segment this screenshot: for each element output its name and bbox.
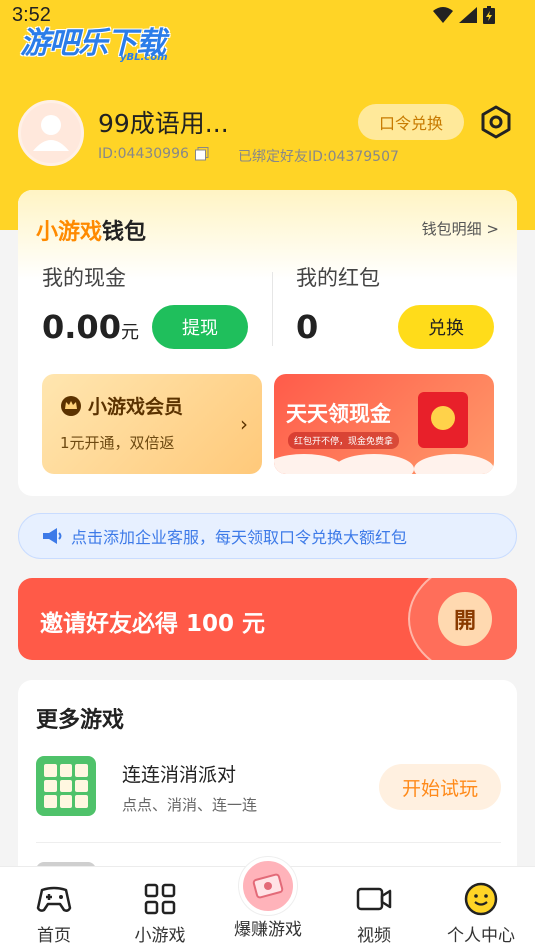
list-divider — [36, 842, 501, 843]
game-name: 连连消消派对 — [122, 764, 237, 786]
game-icon — [36, 756, 96, 816]
cash-value: 0.00 — [42, 308, 121, 346]
wallet-detail-link[interactable]: 钱包明细 > — [422, 218, 499, 239]
signal-icon — [459, 7, 477, 23]
user-placeholder-icon — [33, 115, 69, 151]
username: 99成语用... — [98, 109, 229, 138]
withdraw-button[interactable]: 提现 — [152, 305, 248, 349]
nav-label: 首页 — [37, 926, 71, 946]
daily-cash-subtitle: 红包开不停，现金免费拿 — [288, 432, 400, 449]
smiley-face-icon — [463, 881, 499, 917]
cloud-decoration — [414, 454, 494, 474]
wallet-title: 小游戏钱包 — [36, 214, 146, 246]
money-stack-icon — [239, 857, 297, 915]
daily-cash-card[interactable]: 天天领现金 红包开不停，现金免费拿 — [274, 374, 494, 474]
daily-cash-title: 天天领现金 — [286, 402, 391, 426]
wallet-title-highlight: 小游戏 — [36, 220, 103, 245]
wallet-divider — [272, 272, 273, 346]
game-list-item[interactable]: 连连消消派对 点点、消消、连一连 开始试玩 — [36, 756, 501, 820]
invite-text: 邀请好友必得 100 元 — [40, 611, 266, 637]
vip-membership-card[interactable]: 小游戏会员 1元开通，双倍返 › — [42, 374, 262, 474]
video-camera-icon — [356, 881, 392, 917]
nav-item-home[interactable]: 首页 — [4, 867, 104, 951]
wifi-icon — [433, 7, 453, 23]
nav-label: 视频 — [357, 926, 391, 946]
user-id: ID:04430996 — [98, 146, 209, 162]
nav-item-earn-games[interactable]: 爆赚游戏 — [218, 857, 318, 951]
wallet-title-rest: 钱包 — [102, 220, 147, 245]
exchange-button[interactable]: 兑换 — [398, 305, 494, 349]
cash-label: 我的现金 — [42, 266, 126, 290]
notice-text: 点击添加企业客服，每天领取口令兑换大额红包 — [71, 528, 408, 547]
bound-friend-id: 已绑定好友ID:04379507 — [238, 149, 399, 165]
user-id-text: ID:04430996 — [98, 146, 189, 162]
grid-icon — [142, 881, 178, 917]
cash-unit: 元 — [120, 322, 139, 343]
red-envelope-icon — [418, 392, 468, 448]
code-exchange-button[interactable]: 口令兑换 — [358, 104, 464, 140]
nav-item-mini-games[interactable]: 小游戏 — [110, 867, 210, 951]
nav-item-profile[interactable]: 个人中心 — [431, 867, 531, 951]
status-icons — [433, 6, 495, 24]
wallet-card: 小游戏钱包 钱包明细 > 我的现金 我的红包 0.00元 提现 0 兑换 小游戏… — [18, 190, 517, 496]
start-trial-button[interactable]: 开始试玩 — [379, 764, 501, 810]
settings-hex-icon[interactable] — [478, 104, 514, 140]
vip-title: 小游戏会员 — [60, 392, 183, 419]
megaphone-icon — [43, 528, 62, 544]
gamepad-icon — [36, 881, 72, 917]
nav-item-video[interactable]: 视频 — [324, 867, 424, 951]
cloud-decoration — [334, 454, 414, 474]
crown-badge-icon — [61, 395, 81, 416]
redpack-value: 0 — [296, 308, 319, 346]
vip-title-text: 小游戏会员 — [88, 396, 184, 418]
coin-icon — [431, 406, 455, 430]
game-description: 点点、消消、连一连 — [122, 796, 258, 814]
cash-amount: 0.00元 — [42, 308, 139, 346]
chevron-right-icon: › — [240, 412, 248, 436]
avatar[interactable] — [18, 100, 84, 166]
battery-icon — [483, 6, 495, 24]
profile-section: 99成语用... ID:04430996 已绑定好友ID:04379507 口令… — [18, 100, 518, 170]
nav-label: 小游戏 — [134, 926, 186, 946]
redpack-label: 我的红包 — [296, 266, 380, 290]
more-games-title: 更多游戏 — [36, 708, 125, 733]
copy-icon[interactable] — [194, 147, 209, 161]
nav-label: 爆赚游戏 — [234, 920, 302, 940]
vip-subtitle: 1元开通，双倍返 — [60, 434, 175, 452]
bottom-nav: 首页 小游戏 爆赚游戏 视频 个人中心 — [0, 857, 535, 951]
nav-label: 个人中心 — [447, 926, 515, 946]
customer-service-notice[interactable]: 点击添加企业客服，每天领取口令兑换大额红包 — [18, 513, 517, 559]
invite-banner[interactable]: 邀请好友必得 100 元 開 — [18, 578, 517, 660]
app-logo-domain: yBL.com — [120, 52, 168, 63]
invite-open-button[interactable]: 開 — [438, 592, 492, 646]
